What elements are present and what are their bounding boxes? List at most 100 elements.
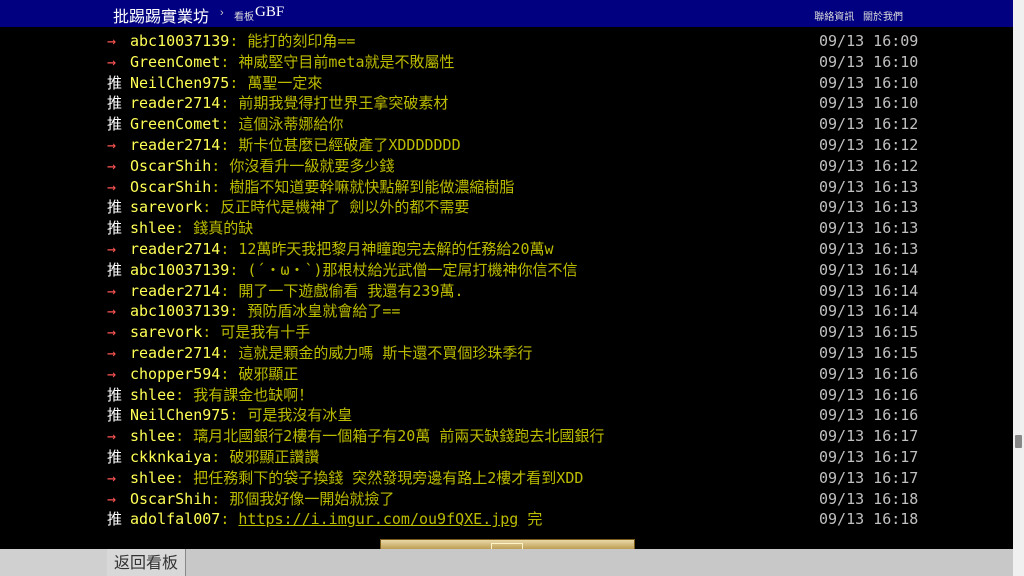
- push-ipdatetime: 09/13 16:18: [819, 510, 919, 529]
- push-row: 推 NeilChen975: 萬聖一定來 09/13 16:10: [0, 73, 1013, 94]
- push-userid: OscarShih: [130, 177, 212, 196]
- push-userid: sarevork: [130, 323, 203, 342]
- push-ipdatetime: 09/13 16:12: [819, 156, 919, 175]
- push-row: → OscarShih: 樹脂不知道要幹嘛就快點解到能做濃縮樹脂 09/13 16:…: [0, 177, 1013, 198]
- push-content: : 萬聖一定來: [229, 73, 323, 92]
- push-content: : 把任務剩下的袋子換錢 突然發現旁邊有路上2樓才看到XDD: [175, 468, 584, 487]
- push-userid: abc10037139: [130, 32, 230, 50]
- push-ipdatetime: 09/13 16:14: [819, 302, 919, 321]
- push-row: 推 shlee: 我有課金也缺啊！ 09/13 16:16: [0, 385, 1013, 406]
- contact-link[interactable]: 聯絡資訊: [814, 12, 854, 23]
- push-row: → reader2714: 12萬昨天我把黎月神瞳跑完去解的任務給20萬w 09/1…: [0, 239, 1013, 260]
- about-link[interactable]: 關於我們: [863, 12, 903, 23]
- push-user-content: shlee: 錢真的缺: [130, 218, 253, 239]
- push-content: : 可是我有十手: [202, 323, 311, 342]
- push-ipdatetime: 09/13 16:10: [819, 73, 919, 92]
- push-userid: ckknkaiya: [130, 447, 212, 466]
- push-user-content: OscarShih: 樹脂不知道要幹嘛就快點解到能做濃縮樹脂: [130, 177, 514, 198]
- push-user-content: adolfal007: https://i.imgur.com/ou9fQXE.…: [130, 509, 542, 530]
- push-content: : 你沒看升一級就要多少錢: [211, 156, 395, 175]
- push-userid: reader2714: [130, 135, 221, 154]
- push-ipdatetime: 09/13 16:13: [819, 198, 919, 217]
- push-row: → OscarShih: 你沒看升一級就要多少錢 09/13 16:12: [0, 156, 1013, 177]
- push-tag: 推: [107, 219, 123, 238]
- push-userid: shlee: [130, 219, 176, 238]
- push-ipdatetime: 09/13 16:16: [819, 364, 919, 383]
- push-user-content: OscarShih: 那個我好像一開始就撿了: [130, 489, 394, 510]
- push-userid: shlee: [130, 468, 176, 487]
- push-userid: abc10037139: [130, 260, 230, 279]
- back-to-board-button[interactable]: 返回看板: [107, 549, 186, 576]
- push-tag: →: [107, 427, 117, 446]
- push-tag: →: [107, 489, 117, 508]
- push-user-content: GreenComet: 這個泳蒂娜給你: [130, 114, 343, 135]
- push-ipdatetime: 09/13 16:14: [819, 281, 919, 300]
- push-tag: 推: [107, 260, 123, 279]
- push-image-link[interactable]: https://i.imgur.com/ou9fQXE.jpg: [238, 510, 518, 528]
- push-content: : 斯卡位甚麼已經破產了XDDDDDDD: [220, 135, 461, 154]
- board-name-link[interactable]: GBF: [255, 4, 284, 21]
- push-content: : 12萬昨天我把黎月神瞳跑完去解的任務給20萬w: [220, 239, 554, 258]
- push-row: → shlee: 把任務剩下的袋子換錢 突然發現旁邊有路上2樓才看到XDD 09/1…: [0, 468, 1013, 489]
- push-user-content: ckknkaiya: 破邪顯正讚讚: [130, 447, 319, 468]
- push-row: 推 GreenComet: 這個泳蒂娜給你 09/13 16:12: [0, 114, 1013, 135]
- push-ipdatetime: 09/13 16:13: [819, 239, 919, 258]
- push-ipdatetime: 09/13 16:15: [819, 323, 919, 342]
- push-content: :: [220, 510, 239, 529]
- vertical-scrollbar[interactable]: [1013, 0, 1024, 576]
- push-tag: 推: [107, 198, 123, 217]
- push-row: → OscarShih: 那個我好像一開始就撿了 09/13 16:18: [0, 489, 1013, 510]
- push-row: 推 adolfal007: https://i.imgur.com/ou9fQXE…: [0, 509, 1013, 530]
- push-content: : 開了一下遊戲偷看 我還有239萬.: [220, 281, 464, 300]
- push-ipdatetime: 09/13 16:16: [819, 385, 919, 404]
- push-content: : 可是我沒有冰皇: [229, 406, 353, 425]
- push-row: 推 sarevork: 反正時代是機神了 劍以外的都不需要 09/13 16:13: [0, 197, 1013, 218]
- push-row: 推 ckknkaiya: 破邪顯正讚讚 09/13 16:17: [0, 447, 1013, 468]
- push-user-content: NeilChen975: 可是我沒有冰皇: [130, 405, 352, 426]
- push-tag: 推: [107, 510, 123, 529]
- push-ipdatetime: 09/13 16:09: [819, 32, 919, 50]
- push-user-content: sarevork: 可是我有十手: [130, 322, 310, 343]
- push-user-content: reader2714: 12萬昨天我把黎月神瞳跑完去解的任務給20萬w: [130, 239, 554, 260]
- push-list: → abc10037139: 能打的刻印角== 09/13 16:09 → GreenC…: [0, 31, 1013, 530]
- push-userid: reader2714: [130, 239, 221, 258]
- site-logo-link[interactable]: 批踢踢實業坊: [113, 3, 209, 27]
- push-tag: →: [107, 32, 117, 50]
- push-tag: →: [107, 281, 117, 300]
- push-link-wrap: https://i.imgur.com/ou9fQXE.jpg: [238, 510, 518, 528]
- push-tag: 推: [107, 385, 123, 404]
- push-content: : 我有課金也缺啊！: [175, 385, 314, 404]
- scrollbar-thumb[interactable]: [1015, 435, 1022, 448]
- push-content: : 這就是顆金的威力嗎 斯卡還不買個珍珠季行: [220, 343, 533, 362]
- top-links: 聯絡資訊 關於我們: [808, 8, 903, 23]
- push-tag: →: [107, 177, 117, 196]
- push-content: : 預防盾冰皇就會給了==: [229, 302, 401, 321]
- push-user-content: abc10037139: 能打的刻印角==: [130, 31, 355, 52]
- push-row: 推 shlee: 錢真的缺 09/13 16:13: [0, 218, 1013, 239]
- bottom-bar-fill: [186, 549, 1013, 576]
- push-ipdatetime: 09/13 16:17: [819, 427, 919, 446]
- push-userid: OscarShih: [130, 156, 212, 175]
- push-content: : 能打的刻印角==: [229, 32, 356, 50]
- push-content: : 這個泳蒂娜給你: [220, 115, 344, 134]
- push-row: → reader2714: 斯卡位甚麼已經破產了XDDDDDDD 09/13 16:…: [0, 135, 1013, 156]
- push-row: → abc10037139: 預防盾冰皇就會給了== 09/13 16:14: [0, 301, 1013, 322]
- push-row: 推 NeilChen975: 可是我沒有冰皇 09/13 16:16: [0, 405, 1013, 426]
- push-ipdatetime: 09/13 16:10: [819, 94, 919, 113]
- push-ipdatetime: 09/13 16:13: [819, 219, 919, 238]
- push-user-content: shlee: 璃月北國銀行2樓有一個箱子有20萬 前兩天缺錢跑去北國銀行: [130, 426, 604, 447]
- bottom-bar: 返回看板: [0, 549, 1013, 576]
- push-userid: reader2714: [130, 281, 221, 300]
- push-row: 推 abc10037139: (´・ω・`)那根杖給光武僧一定屌打機神你信不信 09…: [0, 260, 1013, 281]
- push-content: : 反正時代是機神了 劍以外的都不需要: [202, 198, 470, 217]
- push-userid: reader2714: [130, 94, 221, 113]
- push-tag: →: [107, 468, 117, 487]
- push-user-content: shlee: 我有課金也缺啊！: [130, 385, 313, 406]
- push-user-content: reader2714: 這就是顆金的威力嗎 斯卡還不買個珍珠季行: [130, 343, 532, 364]
- push-content: : 破邪顯正讚讚: [211, 447, 320, 466]
- push-userid: shlee: [130, 427, 176, 446]
- push-content: : 神威堅守目前meta就是不敗屬性: [220, 52, 455, 71]
- push-row: → reader2714: 這就是顆金的威力嗎 斯卡還不買個珍珠季行 09/13 1…: [0, 343, 1013, 364]
- push-user-content: shlee: 把任務剩下的袋子換錢 突然發現旁邊有路上2樓才看到XDD: [130, 468, 583, 489]
- push-user-content: NeilChen975: 萬聖一定來: [130, 73, 322, 94]
